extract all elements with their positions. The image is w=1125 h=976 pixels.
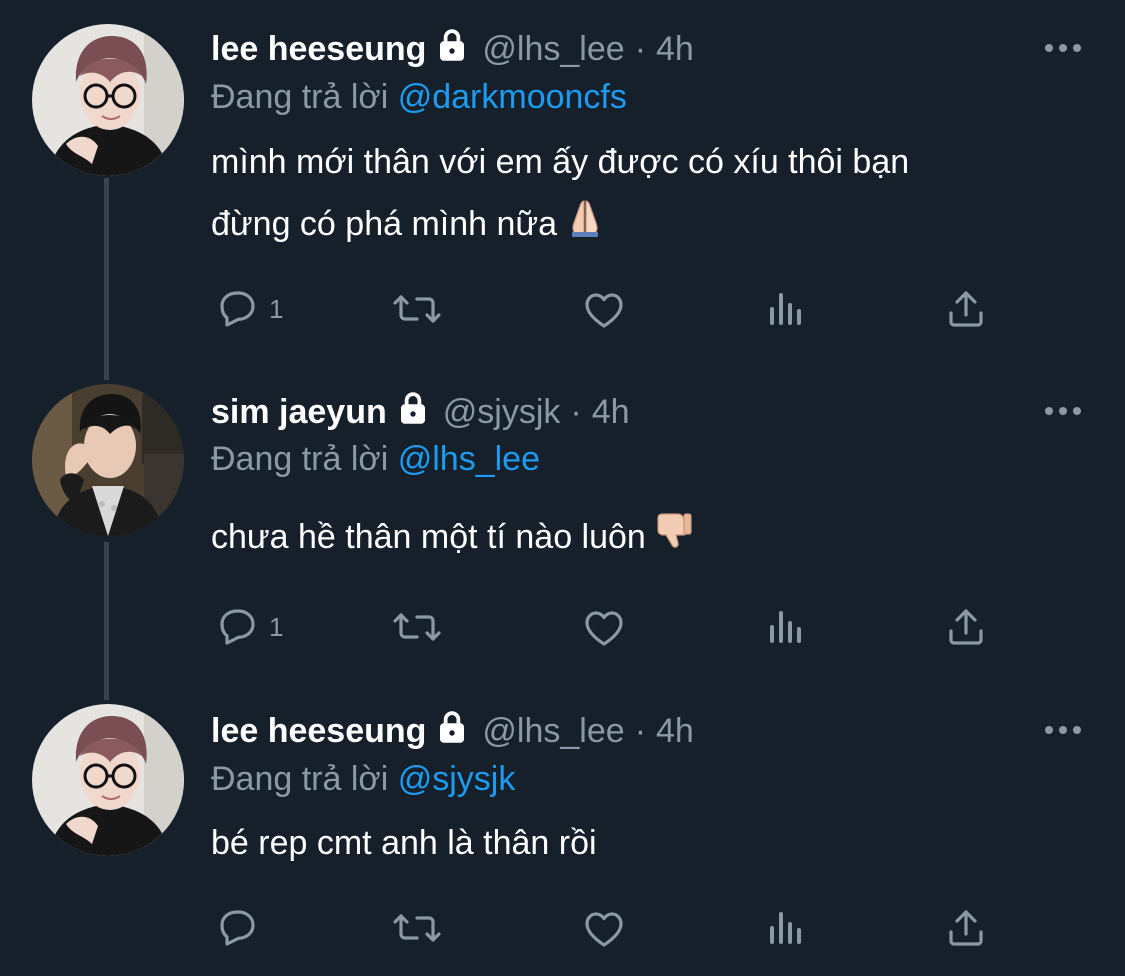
tweet-text: bé rep cmt anh là thân rồi — [211, 812, 1071, 874]
handle[interactable]: @sjysjk — [443, 393, 561, 432]
replying-to: Đang trả lời @lhs_lee — [211, 440, 540, 479]
retweet-icon — [387, 904, 447, 952]
like-icon — [580, 904, 628, 952]
retweet-button[interactable] — [387, 603, 447, 651]
share-button[interactable] — [942, 904, 990, 952]
avatar[interactable] — [32, 24, 184, 176]
handle[interactable]: @lhs_lee — [482, 712, 624, 751]
avatar-image — [32, 704, 184, 856]
views-button[interactable] — [762, 603, 810, 651]
reply-prefix: Đang trả lời — [211, 760, 389, 798]
tweet-header: sim jaeyun @sjysjk · 4h — [211, 388, 630, 436]
lock-icon — [395, 390, 431, 435]
timestamp[interactable]: 4h — [656, 30, 694, 69]
like-button[interactable] — [580, 285, 628, 333]
avatar-image — [32, 24, 184, 176]
reply-button[interactable] — [213, 904, 269, 952]
tweet-text-line-content: đừng có phá mình nữa — [211, 205, 558, 243]
share-icon — [942, 904, 990, 952]
avatar[interactable] — [32, 704, 184, 856]
reply-button[interactable]: 1 — [213, 285, 283, 333]
timestamp[interactable]: 4h — [656, 712, 694, 751]
like-icon — [580, 285, 628, 333]
retweet-button[interactable] — [387, 285, 447, 333]
share-icon — [942, 285, 990, 333]
tweet-text-line: chưa hề thân một tí nào luôn — [211, 506, 1071, 570]
display-name[interactable]: lee heeseung — [211, 712, 426, 751]
reply-mention[interactable]: @darkmooncfs — [398, 78, 627, 116]
tweet-header: lee heeseung @lhs_lee · 4h — [211, 707, 694, 755]
views-button[interactable] — [762, 904, 810, 952]
timestamp[interactable]: 4h — [592, 393, 630, 432]
reply-icon — [213, 904, 261, 952]
views-icon — [762, 285, 810, 333]
tweet-text-line: bé rep cmt anh là thân rồi — [211, 824, 597, 862]
views-icon — [762, 904, 810, 952]
more-icon[interactable] — [1044, 720, 1082, 745]
display-name[interactable]: lee heeseung — [211, 30, 426, 69]
separator-dot: · — [570, 392, 582, 431]
like-button[interactable] — [580, 603, 628, 651]
reply-prefix: Đang trả lời — [211, 440, 389, 478]
lock-icon — [434, 27, 470, 72]
folded-hands-emoji — [565, 195, 605, 257]
tweet-text-line: đừng có phá mình nữa — [211, 193, 1071, 257]
handle[interactable]: @lhs_lee — [482, 30, 624, 69]
reply-button[interactable]: 1 — [213, 603, 283, 651]
avatar-image — [32, 384, 184, 536]
tweet[interactable]: sim jaeyun @sjysjk · 4h Đang trả lời @lh… — [0, 376, 1125, 698]
reply-prefix: Đang trả lời — [211, 78, 389, 116]
tweet-header: lee heeseung @lhs_lee · 4h — [211, 25, 694, 73]
separator-dot: · — [634, 29, 647, 68]
reply-icon — [213, 285, 261, 333]
tweet-text-line-content: chưa hề thân một tí nào luôn — [211, 518, 646, 556]
reply-count: 1 — [269, 611, 284, 642]
avatar[interactable] — [32, 384, 184, 536]
lock-icon — [434, 709, 470, 754]
tweet-text: chưa hề thân một tí nào luôn — [211, 506, 1071, 570]
like-icon — [580, 603, 628, 651]
reply-mention[interactable]: @lhs_lee — [398, 440, 540, 478]
more-icon[interactable] — [1044, 38, 1082, 63]
tweet-text: mình mới thân với em ấy được có xíu thôi… — [211, 131, 1071, 257]
reply-count: 1 — [269, 293, 284, 324]
tweet[interactable]: lee heeseung @lhs_lee · 4h Đang trả lời … — [0, 0, 1125, 376]
replying-to: Đang trả lời @sjysjk — [211, 760, 515, 799]
like-button[interactable] — [580, 904, 628, 952]
reply-icon — [213, 603, 261, 651]
tweet[interactable]: lee heeseung @lhs_lee · 4h Đang trả lời … — [0, 698, 1125, 976]
retweet-icon — [387, 285, 447, 333]
views-icon — [762, 603, 810, 651]
share-icon — [942, 603, 990, 651]
share-button[interactable] — [942, 285, 990, 333]
retweet-button[interactable] — [387, 904, 447, 952]
tweet-text-line: mình mới thân với em ấy được có xíu thôi… — [211, 143, 910, 181]
display-name[interactable]: sim jaeyun — [211, 393, 387, 432]
share-button[interactable] — [942, 603, 990, 651]
views-button[interactable] — [762, 285, 810, 333]
reply-mention[interactable]: @sjysjk — [398, 760, 516, 798]
more-icon[interactable] — [1044, 401, 1082, 426]
retweet-icon — [387, 603, 447, 651]
separator-dot: · — [634, 711, 647, 750]
replying-to: Đang trả lời @darkmooncfs — [211, 78, 627, 117]
thumbs-down-emoji — [654, 508, 694, 570]
